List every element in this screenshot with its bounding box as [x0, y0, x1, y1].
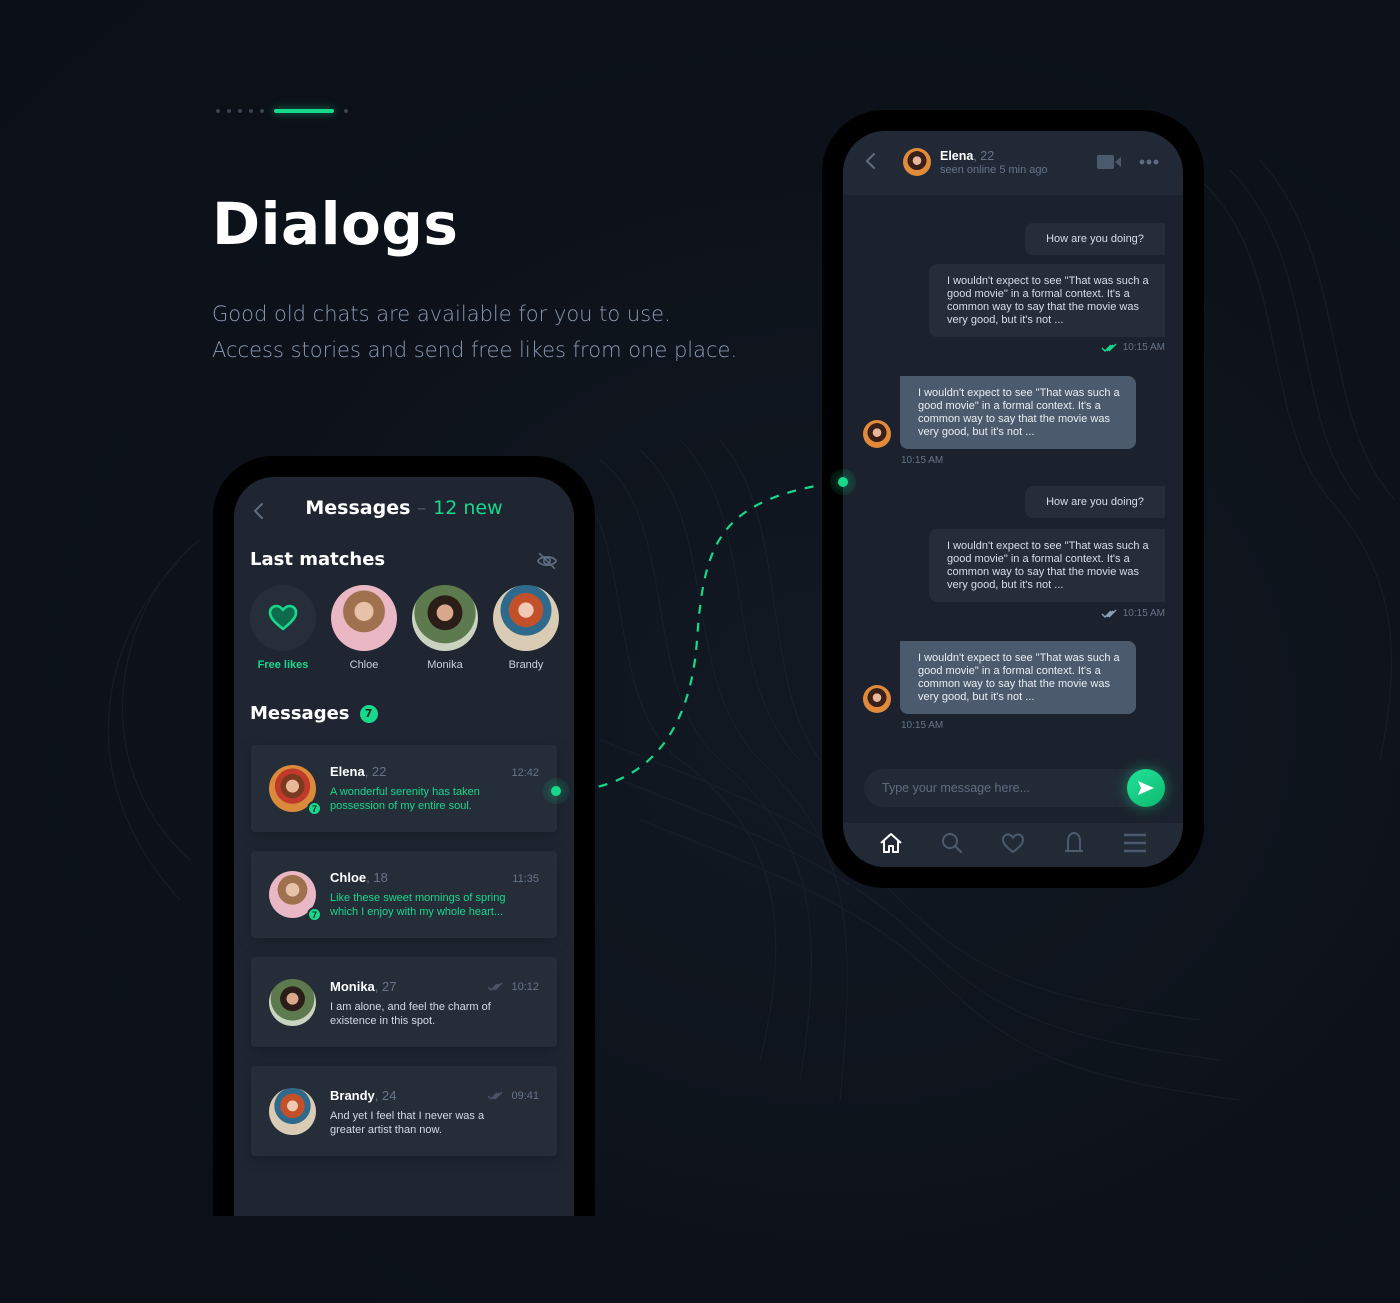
avatar	[269, 979, 316, 1026]
tab-home[interactable]	[877, 829, 905, 857]
conversation-chloe[interactable]: 7 Chloe, 18 11:35 Like these sweet morni…	[251, 851, 557, 938]
message-meta: 10:15 AM	[901, 720, 944, 731]
bell-icon	[1064, 831, 1083, 852]
conversation-elena[interactable]: 7 Elena, 22 12:42 A wonderful serenity h…	[251, 745, 561, 832]
contact-name: Elena, 22	[330, 764, 387, 779]
double-check-icon	[488, 1091, 503, 1100]
message-time: 10:12	[487, 981, 539, 993]
messages-title: Messages	[250, 703, 350, 724]
incoming-message: I wouldn't expect to see "That was such …	[900, 641, 1136, 714]
match-label: Chloe	[349, 659, 379, 671]
heart-icon	[268, 604, 298, 631]
contact-status: seen online 5 min ago	[940, 164, 1048, 176]
header-title: Messages	[305, 497, 411, 519]
messages-header: Messages – 12 new	[234, 497, 574, 527]
avatar	[331, 585, 397, 651]
match-chloe[interactable]: Chloe	[331, 585, 397, 671]
messages-phone: Messages – 12 new Last matches Free like…	[213, 456, 595, 1216]
message-time: 09:41	[487, 1090, 539, 1102]
video-camera-icon[interactable]	[1097, 155, 1121, 169]
contact-avatar	[863, 685, 891, 713]
conversation-monika[interactable]: Monika, 27 10:12 I am alone, and feel th…	[251, 957, 557, 1047]
outgoing-message: I wouldn't expect to see "That was such …	[929, 264, 1165, 337]
send-icon	[1138, 781, 1154, 795]
free-likes-circle	[250, 585, 316, 651]
match-label: Free likes	[257, 659, 309, 671]
message-preview: Like these sweet mornings of spring whic…	[330, 892, 506, 918]
outgoing-message: How are you doing?	[1025, 486, 1165, 518]
match-label: Monika	[427, 659, 463, 671]
tab-notifications[interactable]	[1060, 829, 1088, 857]
avatar	[412, 585, 478, 651]
chevron-left-icon[interactable]	[863, 151, 879, 171]
last-matches-title: Last matches	[250, 549, 386, 570]
connector-end-dot	[838, 477, 848, 487]
search-icon	[942, 833, 963, 854]
unread-badge: 7	[359, 704, 378, 723]
chat-phone: Elena, 22 seen online 5 min ago How are …	[822, 110, 1204, 888]
message-composer	[864, 769, 1165, 807]
bottom-tab-bar	[843, 823, 1183, 867]
message-input[interactable]	[882, 769, 1102, 807]
more-horizontal-icon[interactable]	[1139, 159, 1159, 165]
eye-off-icon[interactable]	[536, 550, 558, 572]
match-label: Brandy	[508, 659, 544, 671]
contact-name: Brandy, 24	[330, 1088, 397, 1103]
message-preview: I am alone, and feel the charm of existe…	[330, 1001, 491, 1027]
double-check-icon	[488, 982, 503, 991]
avatar: 7	[269, 765, 322, 816]
double-check-icon	[1101, 343, 1117, 352]
message-preview: A wonderful serenity has taken possessio…	[330, 786, 480, 812]
contact-name: Chloe, 18	[330, 870, 388, 885]
unread-badge: 7	[307, 907, 322, 922]
header-separator: –	[417, 497, 427, 519]
conversation-brandy[interactable]: Brandy, 24 09:41 And yet I feel that I n…	[251, 1066, 557, 1156]
outgoing-message: How are you doing?	[1025, 223, 1165, 255]
message-time: 11:35	[512, 873, 539, 885]
home-icon	[880, 833, 903, 853]
message-preview: And yet I feel that I never was a greate…	[330, 1110, 485, 1136]
connector-start-dot	[551, 786, 561, 796]
message-meta: 10:15 AM	[1101, 608, 1165, 619]
double-check-icon	[1101, 609, 1117, 618]
chat-screen: Elena, 22 seen online 5 min ago How are …	[843, 131, 1183, 867]
tab-likes[interactable]	[999, 829, 1027, 857]
new-count: 12 new	[433, 497, 503, 519]
messages-screen: Messages – 12 new Last matches Free like…	[234, 477, 574, 1216]
matches-row: Free likes Chloe Monika Brandy	[250, 585, 559, 671]
chat-header: Elena, 22 seen online 5 min ago	[843, 131, 1183, 195]
heart-icon	[1001, 832, 1024, 853]
tab-menu[interactable]	[1121, 829, 1149, 857]
match-monika[interactable]: Monika	[412, 585, 478, 671]
contact-avatar	[863, 420, 891, 448]
contact-avatar[interactable]	[903, 148, 931, 176]
unread-badge: 7	[307, 801, 322, 816]
message-time: 12:42	[511, 767, 539, 779]
outgoing-message: I wouldn't expect to see "That was such …	[929, 529, 1165, 602]
menu-icon	[1123, 833, 1146, 853]
avatar: 7	[269, 871, 322, 922]
avatar	[269, 1088, 316, 1135]
contact-name: Monika, 27	[330, 979, 397, 994]
match-free-likes[interactable]: Free likes	[250, 585, 316, 671]
contact-name: Elena, 22	[940, 149, 995, 163]
incoming-message: I wouldn't expect to see "That was such …	[900, 376, 1136, 449]
messages-section-title: Messages 7	[250, 703, 378, 724]
send-button[interactable]	[1127, 769, 1165, 807]
match-brandy[interactable]: Brandy	[493, 585, 559, 671]
message-meta: 10:15 AM	[901, 455, 944, 466]
avatar	[493, 585, 559, 651]
conversation-list: 7 Elena, 22 12:42 A wonderful serenity h…	[251, 745, 561, 1175]
tab-search[interactable]	[938, 829, 966, 857]
message-meta: 10:15 AM	[1101, 342, 1165, 353]
